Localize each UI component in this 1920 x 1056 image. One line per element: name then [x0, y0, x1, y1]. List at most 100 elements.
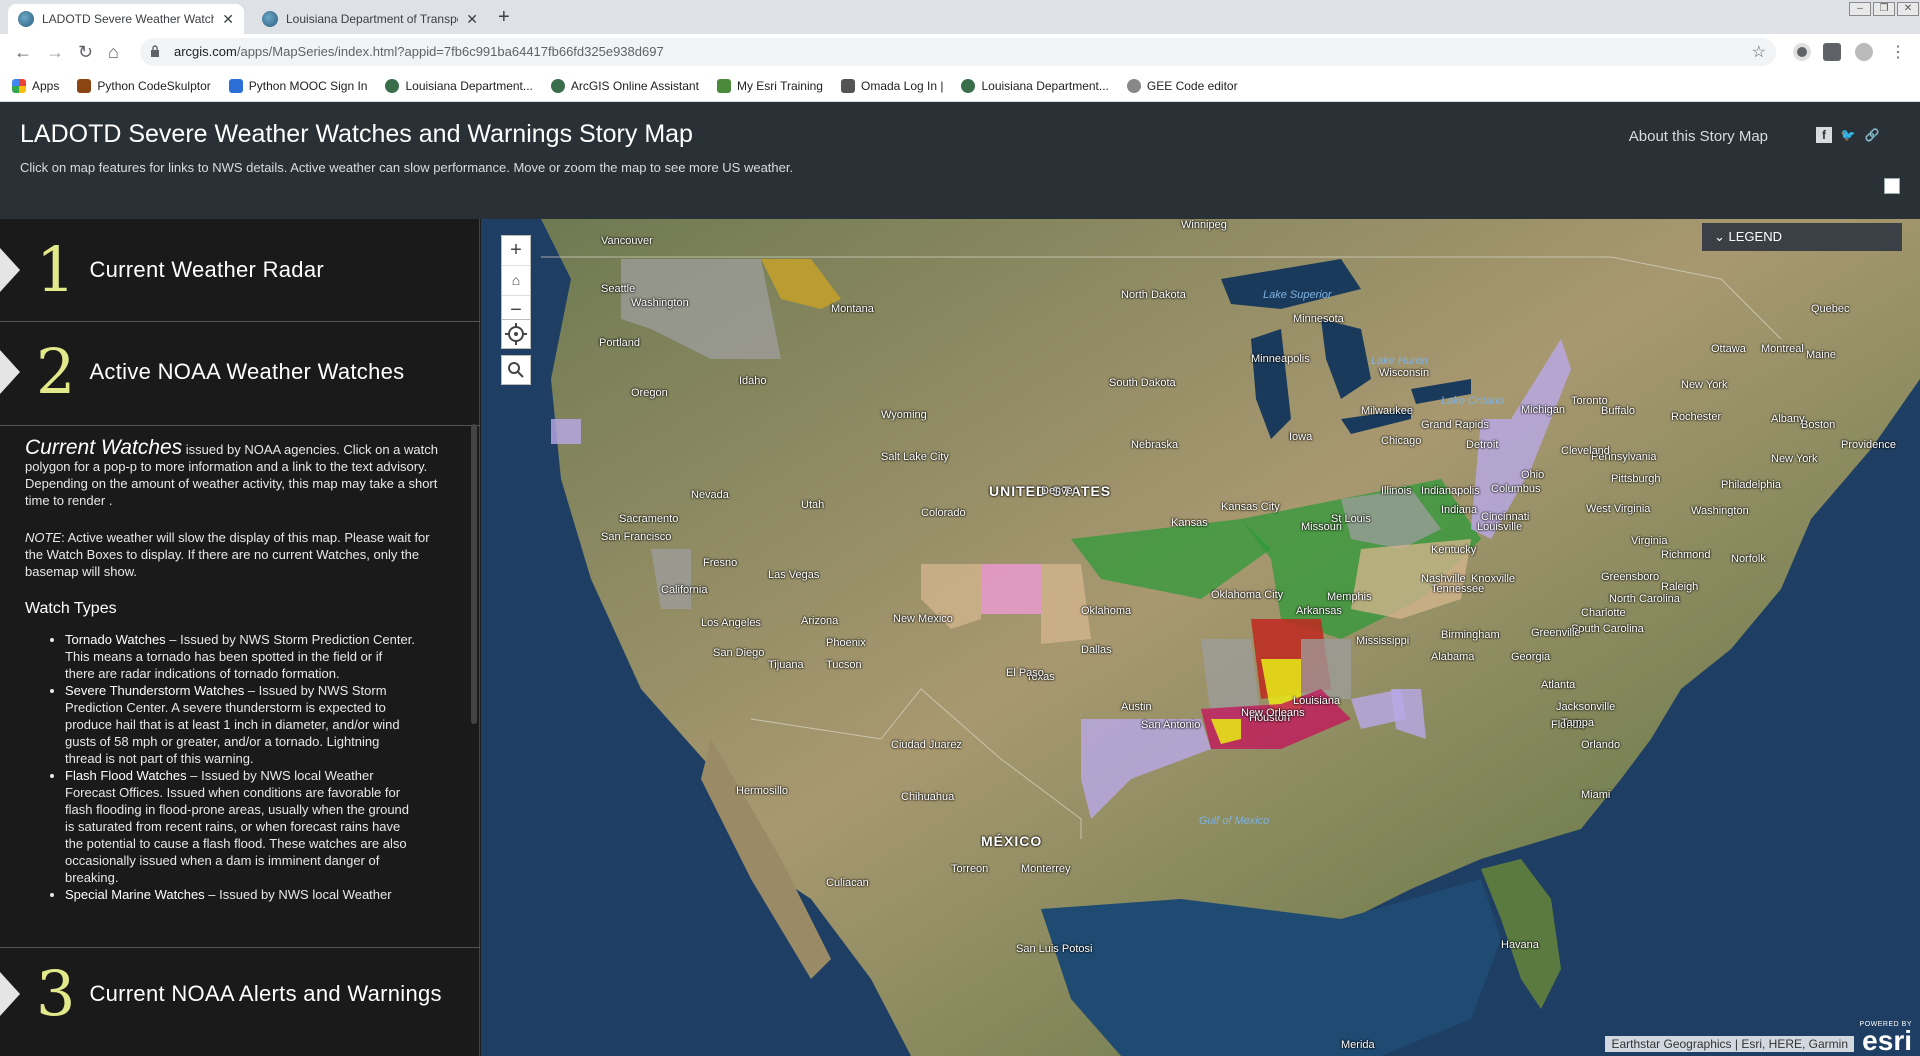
- city-label: Seattle: [601, 283, 636, 295]
- country-label: MÉXICO: [981, 833, 1043, 849]
- bookmark-item[interactable]: Python MOOC Sign In: [228, 78, 368, 93]
- legend-toggle[interactable]: ⌄ LEGEND: [1702, 223, 1902, 251]
- locate-button[interactable]: [501, 319, 531, 349]
- bookmark-item[interactable]: ArcGIS Online Assistant: [550, 78, 699, 93]
- state-label: Montana: [831, 303, 874, 315]
- city-label: Cleveland: [1561, 445, 1610, 457]
- section-3-header[interactable]: 3 Current NOAA Alerts and Warnings: [0, 963, 480, 1025]
- url-field[interactable]: arcgis.com/apps/MapSeries/index.html?app…: [140, 38, 1776, 66]
- esri-training-icon: [716, 78, 731, 93]
- section-title: Active NOAA Weather Watches: [89, 359, 405, 384]
- state-label: Alabama: [1431, 651, 1475, 663]
- bookmark-item[interactable]: My Esri Training: [716, 78, 823, 93]
- forward-icon[interactable]: →: [46, 42, 64, 63]
- city-label: Ottawa: [1711, 343, 1746, 355]
- url-host: arcgis.com: [174, 44, 237, 59]
- gray-watch-area[interactable]: [1301, 639, 1351, 699]
- weather-watches-map[interactable]: UNITED STATES MÉXICO Washington Oregon I…: [481, 219, 1920, 1056]
- city-label: Albany: [1771, 413, 1805, 425]
- marine-watch-area[interactable]: [551, 419, 581, 444]
- state-label: West Virginia: [1586, 503, 1651, 515]
- browser-tab-active[interactable]: LADOTD Severe Weather Watches a ✕: [8, 4, 244, 34]
- bookmark-label: Python CodeSkulptor: [97, 78, 211, 93]
- profile-avatar-icon[interactable]: [1855, 43, 1873, 61]
- city-label: Hermosillo: [736, 785, 788, 797]
- about-link[interactable]: About this Story Map: [1629, 128, 1768, 145]
- minimize-icon[interactable]: –: [1849, 2, 1871, 16]
- state-label: Iowa: [1289, 431, 1313, 443]
- state-label: Quebec: [1811, 303, 1850, 315]
- extensions-puzzle-icon[interactable]: [1823, 43, 1841, 61]
- city-label: Toronto: [1571, 395, 1608, 407]
- state-label: California: [661, 584, 708, 596]
- city-label: Detroit: [1466, 439, 1499, 451]
- new-tab-icon[interactable]: +: [498, 6, 510, 29]
- section-number: 3: [36, 957, 76, 1030]
- share-link-icon[interactable]: 🔗: [1864, 127, 1880, 143]
- city-label: Los Angeles: [701, 617, 761, 629]
- city-label: Portland: [599, 337, 640, 349]
- close-tab-icon[interactable]: ✕: [466, 11, 478, 28]
- fire-weather-area[interactable]: [981, 564, 1041, 614]
- state-label: North Dakota: [1121, 289, 1186, 301]
- state-label: Idaho: [739, 375, 767, 387]
- city-label: Greenville: [1531, 627, 1581, 639]
- section-title: Current NOAA Alerts and Warnings: [89, 981, 442, 1006]
- section-number: 2: [36, 335, 76, 408]
- reload-icon[interactable]: ↻: [78, 42, 93, 63]
- close-tab-icon[interactable]: ✕: [222, 11, 234, 28]
- city-label: Oklahoma City: [1211, 589, 1284, 601]
- city-label: Havana: [1501, 939, 1539, 951]
- bookmark-item[interactable]: Python CodeSkulptor: [77, 78, 211, 93]
- divider: [0, 425, 480, 426]
- home-icon[interactable]: ⌂: [108, 42, 119, 63]
- bookmark-label: Python MOOC Sign In: [248, 78, 368, 93]
- water-label: Lake Ontario: [1441, 395, 1504, 407]
- browser-tab[interactable]: Louisiana Department of Transportat ✕: [252, 4, 488, 34]
- state-label: Ohio: [1521, 469, 1545, 481]
- section-1-header[interactable]: 1 Current Weather Radar: [0, 239, 480, 301]
- bookmark-label: My Esri Training: [736, 78, 823, 93]
- bookmark-item[interactable]: Louisiana Department...: [385, 78, 533, 93]
- city-label: Louisville: [1477, 521, 1523, 533]
- restore-icon[interactable]: ❐: [1873, 2, 1895, 16]
- bookmark-label: ArcGIS Online Assistant: [570, 78, 699, 93]
- city-label: Boston: [1801, 419, 1836, 431]
- back-icon[interactable]: ←: [14, 42, 32, 63]
- facebook-icon[interactable]: f: [1816, 127, 1832, 143]
- story-map-header: LADOTD Severe Weather Watches and Warnin…: [0, 102, 1920, 219]
- state-label: Illinois: [1381, 485, 1412, 497]
- url-path: /apps/MapSeries/index.html?appid=7fb6c99…: [236, 44, 664, 59]
- bookmark-item[interactable]: GEE Code editor: [1126, 78, 1238, 93]
- tab-title: Louisiana Department of Transportat: [286, 12, 458, 26]
- twitter-icon[interactable]: 🐦: [1840, 127, 1856, 143]
- menu-kebab-icon[interactable]: ⋮: [1890, 42, 1906, 62]
- city-label: Providence: [1841, 439, 1897, 451]
- search-button[interactable]: [501, 355, 531, 385]
- panel-scrollbar[interactable]: [471, 424, 477, 724]
- extension-icon[interactable]: [1793, 43, 1811, 61]
- tab-title: LADOTD Severe Weather Watches a: [42, 12, 215, 26]
- close-window-icon[interactable]: ✕: [1897, 2, 1919, 16]
- bookmark-star-icon[interactable]: ☆: [1752, 42, 1766, 62]
- note-text: : Active weather will slow the display o…: [25, 530, 430, 579]
- city-label: Culiacan: [826, 877, 869, 889]
- section-2-header[interactable]: 2 Active NOAA Weather Watches: [0, 341, 480, 403]
- city-label: Milwaukee: [1361, 405, 1413, 417]
- state-label: Nevada: [691, 489, 729, 501]
- city-label: Birmingham: [1441, 629, 1500, 641]
- zoom-controls: + ⌂ −: [501, 235, 531, 327]
- watch-type-name: Severe Thunderstorm Watches: [65, 683, 245, 698]
- home-extent-button[interactable]: ⌂: [502, 266, 530, 296]
- city-label: Jacksonville: [1556, 701, 1616, 713]
- watch-types-list: Tornado Watches – Issued by NWS Storm Pr…: [65, 631, 415, 903]
- zoom-in-button[interactable]: +: [502, 236, 530, 266]
- city-label: Chihuahua: [901, 791, 955, 803]
- state-label: Kansas: [1171, 517, 1208, 529]
- page-subtitle: Click on map features for links to NWS d…: [20, 160, 794, 175]
- bookmark-apps[interactable]: Apps: [12, 78, 59, 93]
- bookmark-item[interactable]: Louisiana Department...: [961, 78, 1109, 93]
- state-label: Washington: [631, 297, 689, 309]
- state-label: South Carolina: [1571, 623, 1644, 635]
- bookmark-item[interactable]: Omada Log In |: [840, 78, 943, 93]
